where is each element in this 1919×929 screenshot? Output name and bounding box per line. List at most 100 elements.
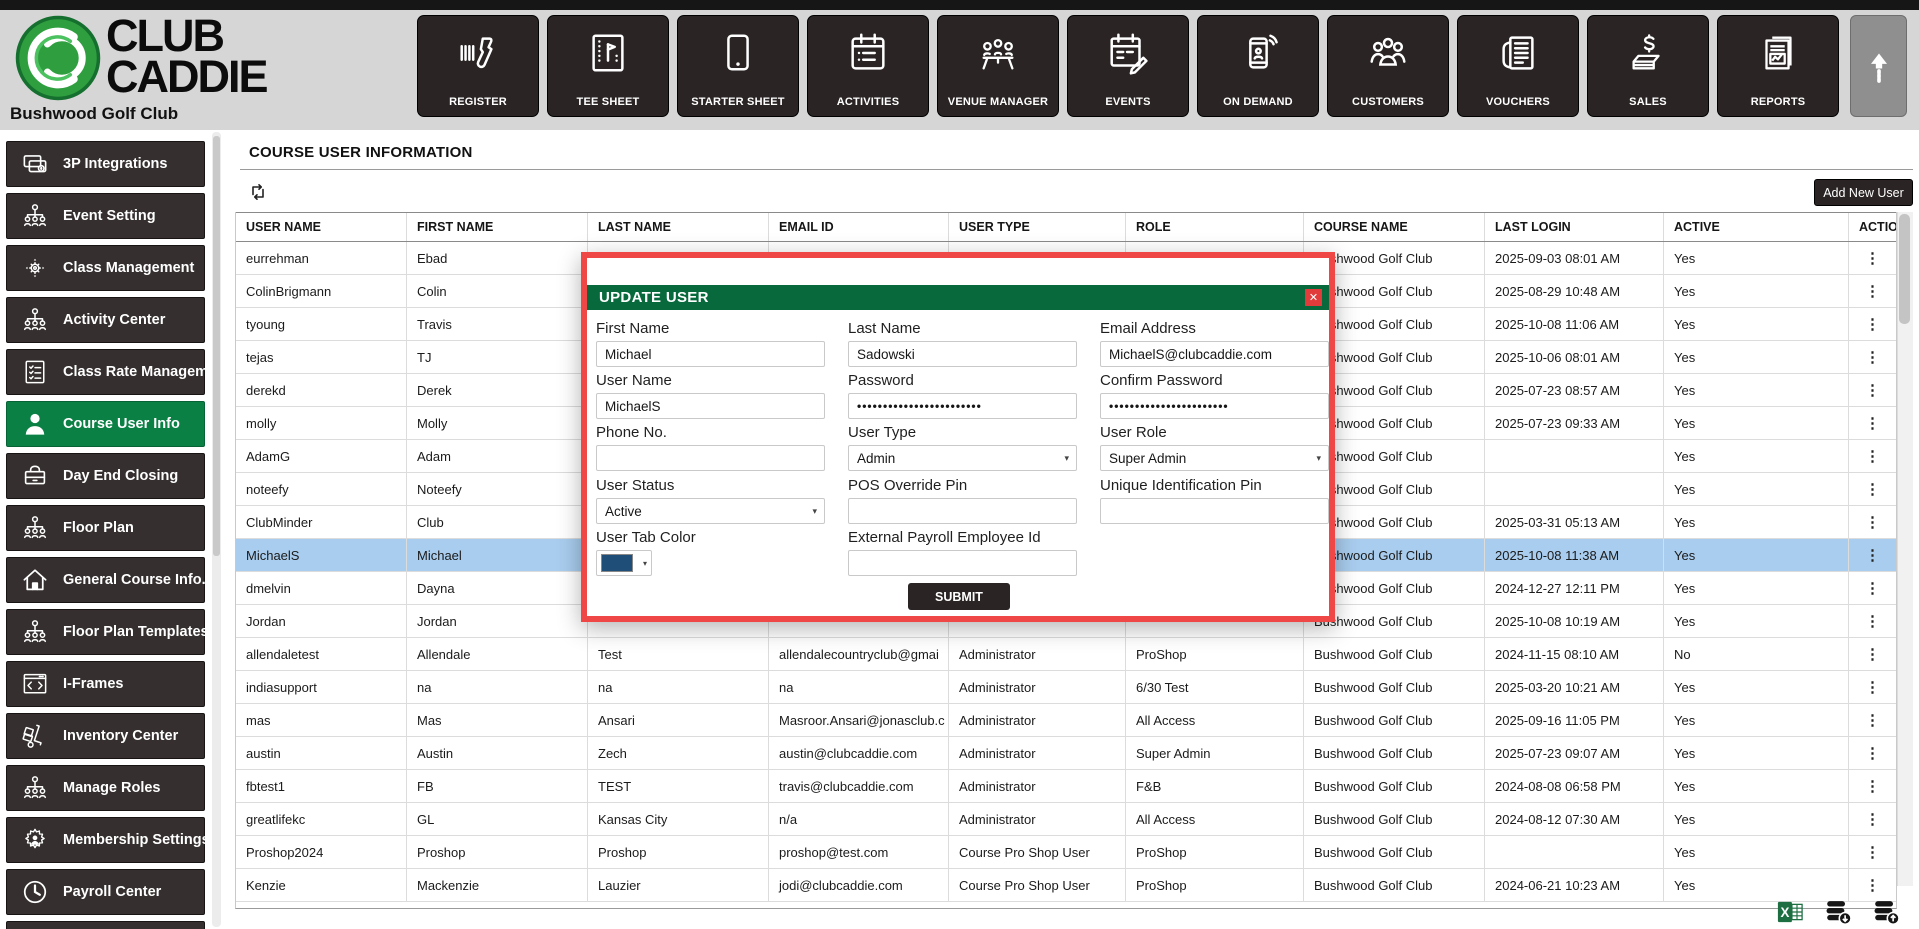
sidebar-item-general-course-info[interactable]: General Course Info. (6, 557, 206, 603)
sidebar-item-inventory-center[interactable]: Inventory Center (6, 713, 205, 759)
field-input-external-payroll-employee-id[interactable] (848, 550, 1077, 576)
table-row-greatlifekc[interactable]: greatlifekc GL Kansas City n/a Administrator… (236, 803, 1896, 836)
sidebar-item-floor-plan-templates[interactable]: Floor Plan Templates (6, 609, 209, 655)
field-input-user-status[interactable]: Active ▾ (596, 498, 825, 524)
row-actions-kebab-icon[interactable]: ⋮ (1849, 242, 1896, 274)
field-input-email-address[interactable]: MichaelS@clubcaddie.com (1100, 341, 1329, 367)
sidebar-item-membership-settings[interactable]: Membership Settings (6, 817, 210, 863)
toolbar-button-venue-manager[interactable]: VENUE MANAGER (937, 15, 1059, 117)
row-actions-kebab-icon[interactable]: ⋮ (1849, 308, 1896, 340)
row-actions-kebab-icon[interactable]: ⋮ (1849, 374, 1896, 406)
sidebar-item-3p-integrations[interactable]: 3P Integrations (6, 141, 205, 187)
toolbar-button-starter-sheet[interactable]: STARTER SHEET (677, 15, 799, 117)
toolbar-button-events[interactable]: EVENTS (1067, 15, 1189, 117)
row-actions-kebab-icon[interactable]: ⋮ (1849, 605, 1896, 637)
row-actions-kebab-icon[interactable]: ⋮ (1849, 803, 1896, 835)
table-row-allendaletest[interactable]: allendaletest Allendale Test allendalecount… (236, 638, 1896, 671)
toolbar-button-register[interactable]: REGISTER (417, 15, 539, 117)
field-input-confirm-password[interactable]: ••••••••••••••••••••••• (1100, 393, 1329, 419)
row-actions-kebab-icon[interactable]: ⋮ (1849, 473, 1896, 505)
field-input-user-type[interactable]: Admin ▾ (848, 445, 1077, 471)
column-header-action[interactable]: ACTION (1849, 213, 1896, 241)
toolbar-button-vouchers[interactable]: VOUCHERS (1457, 15, 1579, 117)
toolbar-button-on-demand[interactable]: ON DEMAND (1197, 15, 1319, 117)
field-input-pos-override-pin[interactable] (848, 498, 1077, 524)
table-row-austin[interactable]: austin Austin Zech austin@clubcaddie.com Adm… (236, 737, 1896, 770)
toolbar-button-activities[interactable]: ACTIVITIES (807, 15, 929, 117)
row-actions-kebab-icon[interactable]: ⋮ (1849, 836, 1896, 868)
row-actions-kebab-icon[interactable]: ⋮ (1849, 407, 1896, 439)
toolbar-button-sales[interactable]: SALES (1587, 15, 1709, 117)
row-actions-kebab-icon[interactable]: ⋮ (1849, 704, 1896, 736)
column-header-course-name[interactable]: COURSE NAME (1304, 213, 1485, 241)
row-actions-kebab-icon[interactable]: ⋮ (1849, 341, 1896, 373)
sidebar-item-payroll-center[interactable]: Payroll Center (6, 869, 205, 915)
cell-role: All Access (1126, 704, 1304, 736)
row-actions-kebab-icon[interactable]: ⋮ (1849, 869, 1896, 901)
close-icon[interactable]: ✕ (1305, 289, 1322, 306)
column-header-last-name[interactable]: LAST NAME (588, 213, 769, 241)
row-actions-kebab-icon[interactable]: ⋮ (1849, 770, 1896, 802)
refresh-icon[interactable] (246, 180, 270, 204)
field-input-first-name[interactable]: Michael (596, 341, 825, 367)
column-header-last-login[interactable]: LAST LOGIN (1485, 213, 1664, 241)
field-input-user-tab-color[interactable]: ▾ (596, 550, 652, 576)
row-actions-kebab-icon[interactable]: ⋮ (1849, 506, 1896, 538)
field-input-unique-identification-pin[interactable] (1100, 498, 1329, 524)
sidebar-item-label: General Course Info. (63, 572, 206, 588)
svg-text:X: X (1780, 905, 1789, 920)
database-upload-icon[interactable] (1872, 898, 1900, 926)
field-input-password[interactable]: •••••••••••••••••••••••• (848, 393, 1077, 419)
toolbar-button-customers[interactable]: CUSTOMERS (1327, 15, 1449, 117)
column-header-first-name[interactable]: FIRST NAME (407, 213, 588, 241)
toolbar-button-reports[interactable]: REPORTS (1717, 15, 1839, 117)
cell-active: Yes (1664, 704, 1849, 736)
table-row-mas[interactable]: mas Mas Ansari Masroor.Ansari@jonasclub.c Ad… (236, 704, 1896, 737)
table-row-indiasupport[interactable]: indiasupport na na na Administrator 6/30 Test… (236, 671, 1896, 704)
cell-first-name: Proshop (407, 836, 588, 868)
row-actions-kebab-icon[interactable]: ⋮ (1849, 638, 1896, 670)
cell-active: Yes (1664, 407, 1849, 439)
sidebar-item-course-user-info[interactable]: Course User Info (6, 401, 205, 447)
sidebar-item-manage-roles[interactable]: Manage Roles (6, 765, 205, 811)
sidebar-item-partial[interactable] (6, 921, 205, 929)
field-input-last-name[interactable]: Sadowski (848, 341, 1077, 367)
row-actions-kebab-icon[interactable]: ⋮ (1849, 572, 1896, 604)
modal-title: UPDATE USER (599, 289, 709, 306)
column-header-user-name[interactable]: USER NAME (236, 213, 407, 241)
row-actions-kebab-icon[interactable]: ⋮ (1849, 275, 1896, 307)
sidebar-scrollbar-thumb[interactable] (213, 136, 220, 556)
sidebar-item-event-setting[interactable]: Event Setting (6, 193, 205, 239)
sidebar-item-class-rate-management[interactable]: Class Rate Management (6, 349, 230, 395)
field-input-user-role[interactable]: Super Admin ▾ (1100, 445, 1329, 471)
sidebar-item-day-end-closing[interactable]: Day End Closing (6, 453, 205, 499)
sidebar-item-floor-plan[interactable]: Floor Plan (6, 505, 205, 551)
row-actions-kebab-icon[interactable]: ⋮ (1849, 440, 1896, 472)
sidebar-item-i-frames[interactable]: I-Frames (6, 661, 205, 707)
submit-button[interactable]: SUBMIT (908, 583, 1010, 610)
column-header-user-type[interactable]: USER TYPE (949, 213, 1126, 241)
field-input-phone-no[interactable] (596, 445, 825, 471)
table-scrollbar-thumb[interactable] (1899, 214, 1910, 324)
cell-last-login: 2025-10-06 08:01 AM (1485, 341, 1664, 373)
row-actions-kebab-icon[interactable]: ⋮ (1849, 539, 1896, 571)
table-row-fbtest1[interactable]: fbtest1 FB TEST travis@clubcaddie.com Admini… (236, 770, 1896, 803)
row-actions-kebab-icon[interactable]: ⋮ (1849, 671, 1896, 703)
column-header-active[interactable]: ACTIVE (1664, 213, 1849, 241)
excel-export-icon[interactable]: X (1776, 898, 1804, 926)
field-user-tab-color: User Tab Color ▾ (596, 529, 825, 576)
toolbar-scroll-up-button[interactable] (1850, 15, 1907, 117)
column-header-email-id[interactable]: EMAIL ID (769, 213, 949, 241)
field-input-user-name[interactable]: MichaelS (596, 393, 825, 419)
add-new-user-button[interactable]: Add New User (1814, 179, 1913, 206)
sidebar-item-label: Class Rate Management (63, 364, 230, 380)
toolbar-button-tee-sheet[interactable]: TEE SHEET (547, 15, 669, 117)
cell-course-name: Bushwood Golf Club (1304, 803, 1485, 835)
table-row-kenzie[interactable]: Kenzie Mackenzie Lauzier jodi@clubcaddie.co… (236, 869, 1896, 902)
column-header-role[interactable]: ROLE (1126, 213, 1304, 241)
sidebar-item-class-management[interactable]: Class Management (6, 245, 205, 291)
database-download-icon[interactable] (1824, 898, 1852, 926)
table-row-proshop2024[interactable]: Proshop2024 Proshop Proshop proshop@test.co… (236, 836, 1896, 869)
row-actions-kebab-icon[interactable]: ⋮ (1849, 737, 1896, 769)
sidebar-item-activity-center[interactable]: Activity Center (6, 297, 205, 343)
